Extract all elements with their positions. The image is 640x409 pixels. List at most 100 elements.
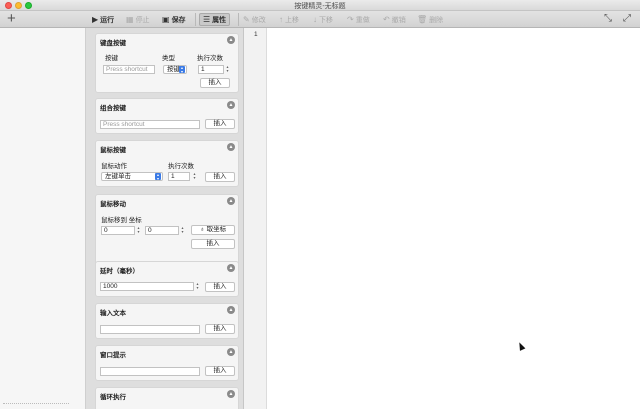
pin-icon: ♁ xyxy=(199,226,205,233)
collapse-section-icon[interactable]: ▲ xyxy=(227,101,235,109)
properties-label: 属性 xyxy=(212,16,227,24)
move-up-label: 上移 xyxy=(285,16,299,24)
script-editor[interactable] xyxy=(267,28,640,409)
window-tip-input[interactable] xyxy=(100,367,200,376)
keyboard-section: 键盘按键 ▲ 按键 类型 执行次数 Press shortcut 按键 ▴ ▾ 1… xyxy=(95,33,239,93)
line-number-gutter: 1 xyxy=(244,28,267,409)
move-down-label: 下移 xyxy=(319,16,333,24)
collapse-icon[interactable]: ⤡ xyxy=(604,13,612,24)
delay-stepper[interactable]: ▴ ▾ xyxy=(195,282,200,291)
arrow-up-icon: ↑ xyxy=(279,14,283,24)
toolbar-divider xyxy=(238,13,239,26)
mouse-count-label: 执行次数 xyxy=(168,163,194,170)
redo-button[interactable]: ↷ 重做 xyxy=(347,13,370,26)
mouse-action-value: 左键单击 xyxy=(105,173,131,180)
modify-button[interactable]: ✎ 修改 xyxy=(243,13,266,26)
undo-icon: ↶ xyxy=(383,14,390,24)
keyboard-insert-button[interactable]: 插入 xyxy=(200,78,230,88)
section-title: 窗口提示 xyxy=(100,352,126,359)
section-title: 组合按键 xyxy=(100,105,126,112)
type-label: 类型 xyxy=(162,55,175,62)
window-tip-insert-button[interactable]: 插入 xyxy=(205,366,235,376)
move-down-button[interactable]: ↓ 下移 xyxy=(313,13,333,26)
mouse-move-insert-button[interactable]: 插入 xyxy=(191,239,235,249)
section-title: 延时（毫秒） xyxy=(100,268,139,275)
combo-shortcut-input[interactable]: Press shortcut xyxy=(100,120,200,129)
select-arrows-icon: ▴ ▾ xyxy=(179,65,185,74)
mouse-move-coord-label: 鼠标移到 坐标 xyxy=(101,217,142,224)
stop-button[interactable]: ▦ 停止 xyxy=(126,13,150,26)
get-coordinate-button[interactable]: ♁ 取坐标 xyxy=(191,225,235,235)
section-title: 循环执行 xyxy=(100,394,126,401)
add-button[interactable]: + xyxy=(7,11,16,26)
key-shortcut-input[interactable]: Press shortcut xyxy=(103,65,155,74)
key-count-input[interactable]: 1 xyxy=(198,65,224,74)
expand-icon[interactable]: ⤢ xyxy=(623,13,631,24)
delete-button[interactable]: 🗑 删除 xyxy=(417,13,443,26)
stop-icon: ▦ xyxy=(126,14,134,24)
collapse-section-icon[interactable]: ▲ xyxy=(227,143,235,151)
sidebar-divider xyxy=(3,403,69,404)
collapse-section-icon[interactable]: ▲ xyxy=(227,197,235,205)
y-coordinate-stepper[interactable]: ▴ ▾ xyxy=(180,226,185,235)
move-up-button[interactable]: ↑ 上移 xyxy=(279,13,299,26)
mouse-button-section: 鼠标按键 ▲ 鼠标动作 执行次数 左键单击 ▴ ▾ 1 ▴ ▾ 插入 xyxy=(95,140,239,187)
combo-section: 组合按键 ▲ Press shortcut 插入 xyxy=(95,98,239,134)
count-label: 执行次数 xyxy=(197,55,223,62)
mouse-count-input[interactable]: 1 xyxy=(168,172,190,181)
undo-button[interactable]: ↶ 撤销 xyxy=(383,13,406,26)
key-type-select[interactable]: 按键 ▴ ▾ xyxy=(163,65,187,74)
section-title: 鼠标按键 xyxy=(100,147,126,154)
stop-label: 停止 xyxy=(135,16,150,24)
edit-icon: ✎ xyxy=(243,14,250,24)
key-label: 按键 xyxy=(105,55,118,62)
x-coordinate-stepper[interactable]: ▴ ▾ xyxy=(136,226,141,235)
window-tip-section: 窗口提示 ▲ 插入 xyxy=(95,345,239,381)
section-title: 输入文本 xyxy=(100,310,126,317)
input-text-insert-button[interactable]: 插入 xyxy=(205,324,235,334)
collapse-section-icon[interactable]: ▲ xyxy=(227,390,235,398)
y-coordinate-input[interactable]: 0 xyxy=(145,226,179,235)
delay-input[interactable]: 1000 xyxy=(100,282,194,291)
delete-label: 删除 xyxy=(429,16,444,24)
delay-insert-button[interactable]: 插入 xyxy=(205,282,235,292)
collapse-section-icon[interactable]: ▲ xyxy=(227,306,235,314)
collapse-section-icon[interactable]: ▲ xyxy=(227,264,235,272)
run-button[interactable]: ▶ 运行 xyxy=(92,13,114,26)
x-coordinate-input[interactable]: 0 xyxy=(101,226,135,235)
play-icon: ▶ xyxy=(92,14,99,24)
select-arrows-icon: ▴ ▾ xyxy=(155,172,161,181)
key-count-stepper[interactable]: ▴ ▾ xyxy=(225,65,230,74)
input-text-field[interactable] xyxy=(100,325,200,334)
modify-label: 修改 xyxy=(251,16,266,24)
mouse-action-select[interactable]: 左键单击 ▴ ▾ xyxy=(101,172,163,181)
run-label: 运行 xyxy=(100,16,115,24)
window-title: 按键精灵-无标题 xyxy=(294,3,346,10)
trash-icon: 🗑 xyxy=(417,14,428,24)
undo-label: 撤销 xyxy=(391,16,406,24)
left-sidebar xyxy=(0,28,86,409)
redo-label: 重做 xyxy=(355,16,370,24)
save-label: 保存 xyxy=(171,16,186,24)
delay-section: 延时（毫秒） ▲ 1000 ▴ ▾ 插入 xyxy=(95,261,239,297)
line-number: 1 xyxy=(254,31,258,38)
toolbar: + ▶ 运行 ▦ 停止 ▣ 保存 ☰ 属性 ✎ 修改 ↑ 上移 ↓ 下移 ↷ 重… xyxy=(0,11,640,28)
mouse-count-stepper[interactable]: ▴ ▾ xyxy=(192,172,197,181)
mouse-action-label: 鼠标动作 xyxy=(101,163,127,170)
collapse-section-icon[interactable]: ▲ xyxy=(227,36,235,44)
mouse-button-insert-button[interactable]: 插入 xyxy=(205,172,235,182)
section-title: 键盘按键 xyxy=(100,40,126,47)
title-bar: 按键精灵-无标题 xyxy=(0,0,640,11)
combo-insert-button[interactable]: 插入 xyxy=(205,119,235,129)
arrow-down-icon: ↓ xyxy=(313,14,317,24)
redo-icon: ↷ xyxy=(347,14,354,24)
input-text-section: 输入文本 ▲ 插入 xyxy=(95,303,239,339)
get-coordinate-label: 取坐标 xyxy=(206,226,227,233)
properties-panel: 键盘按键 ▲ 按键 类型 执行次数 Press shortcut 按键 ▴ ▾ 1… xyxy=(86,28,244,409)
save-icon: ▣ xyxy=(162,14,170,24)
collapse-section-icon[interactable]: ▲ xyxy=(227,348,235,356)
save-button[interactable]: ▣ 保存 xyxy=(162,13,186,26)
properties-icon: ☰ xyxy=(203,14,211,24)
loop-section: 循环执行 ▲ xyxy=(95,387,239,409)
properties-button[interactable]: ☰ 属性 xyxy=(199,13,231,26)
